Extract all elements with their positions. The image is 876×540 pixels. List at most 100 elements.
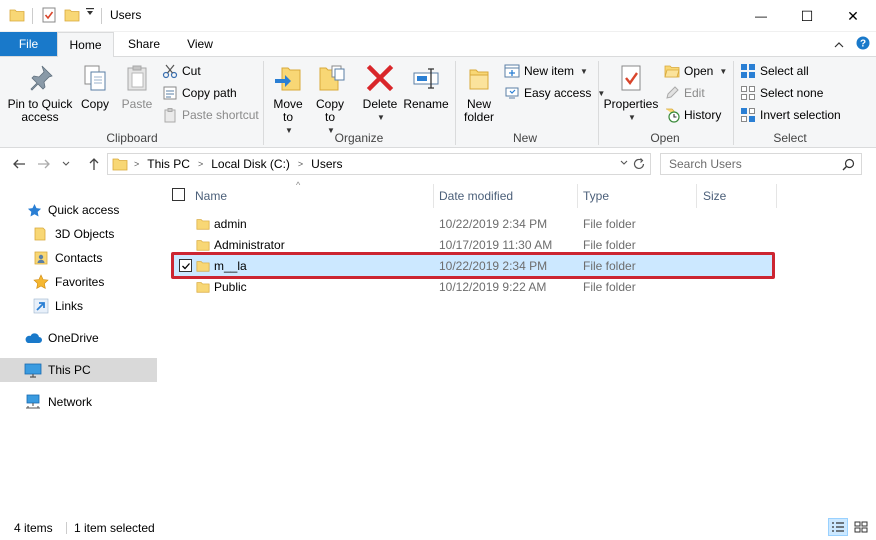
edit-button[interactable]: Edit xyxy=(664,83,705,103)
large-icons-view-button[interactable] xyxy=(851,518,871,536)
paste-shortcut-button[interactable]: Paste shortcut xyxy=(162,105,259,125)
close-button[interactable]: ✕ xyxy=(830,0,876,32)
file-type: File folder xyxy=(583,279,636,294)
invert-selection-label: Invert selection xyxy=(760,108,841,122)
breadcrumb-separator[interactable]: > xyxy=(192,159,209,169)
open-button[interactable]: Open ▼ xyxy=(664,61,727,81)
nav-item-contacts[interactable]: Contacts xyxy=(0,246,157,270)
copy-button[interactable]: Copy xyxy=(76,61,114,111)
file-row-m-la[interactable]: m__la 10/22/2019 2:34 PM File folder xyxy=(172,255,773,276)
new-folder-button[interactable]: New folder xyxy=(459,61,499,124)
address-history-dropdown[interactable] xyxy=(620,160,628,166)
group-label-clipboard: Clipboard xyxy=(106,131,158,145)
arrow-up-icon xyxy=(89,158,99,170)
column-header-date-modified[interactable]: Date modified xyxy=(433,184,577,208)
help-icon: ? xyxy=(856,36,870,50)
paste-icon xyxy=(120,61,154,95)
nav-item-favorites[interactable]: Favorites xyxy=(0,270,157,294)
divider xyxy=(101,8,102,24)
help-button[interactable]: ? xyxy=(856,36,870,53)
pin-to-quick-access-button[interactable]: Pin to Quick access xyxy=(6,61,74,124)
delete-button[interactable]: Delete ▼ xyxy=(360,61,400,124)
row-checkbox[interactable] xyxy=(179,255,192,276)
select-all-button[interactable]: Select all xyxy=(740,61,809,81)
pin-icon xyxy=(23,61,57,95)
copy-to-button[interactable]: Copy to ▼ xyxy=(311,61,349,137)
arrow-right-icon xyxy=(38,159,50,169)
properties-button[interactable]: Properties ▼ xyxy=(603,61,659,124)
easy-access-label: Easy access xyxy=(524,86,592,100)
search-box[interactable] xyxy=(660,153,862,175)
easy-access-icon xyxy=(504,85,520,101)
paste-button[interactable]: Paste xyxy=(117,61,157,111)
up-button[interactable] xyxy=(84,154,104,174)
file-row-administrator[interactable]: Administrator 10/17/2019 11:30 AM File f… xyxy=(172,234,773,255)
nav-item-quick-access[interactable]: Quick access xyxy=(0,198,157,222)
ribbon-tabs: File Home Share View ? xyxy=(0,32,876,57)
refresh-button[interactable] xyxy=(632,157,646,171)
nav-item-onedrive[interactable]: OneDrive xyxy=(0,326,157,350)
pin-label: Pin to Quick access xyxy=(7,97,73,124)
column-header-size[interactable]: Size xyxy=(697,184,777,208)
links-arrow-icon xyxy=(33,298,49,314)
favorites-star-icon xyxy=(33,274,49,290)
customize-qa-dropdown[interactable] xyxy=(85,7,95,17)
chevron-down-icon: ▼ xyxy=(580,66,588,76)
nav-item-network[interactable]: Network xyxy=(0,390,157,414)
tab-share[interactable]: Share xyxy=(118,32,170,56)
move-to-button[interactable]: Move to ▼ xyxy=(269,61,307,137)
nav-item-links[interactable]: Links xyxy=(0,294,157,318)
breadcrumb-separator[interactable]: > xyxy=(292,159,309,169)
file-row-admin[interactable]: admin 10/22/2019 2:34 PM File folder xyxy=(172,213,773,234)
chevron-down-icon xyxy=(86,8,94,15)
minimize-button[interactable]: — xyxy=(738,0,784,32)
new-folder-label: New folder xyxy=(463,97,495,124)
file-name: admin xyxy=(214,216,247,231)
breadcrumb-separator[interactable]: > xyxy=(128,159,145,169)
back-button[interactable] xyxy=(9,154,29,174)
group-label-select: Select xyxy=(773,131,807,145)
new-folder-qa-button[interactable] xyxy=(64,7,80,23)
nav-label: OneDrive xyxy=(48,331,99,345)
search-icon[interactable] xyxy=(842,158,855,171)
tab-view[interactable]: View xyxy=(176,32,224,56)
recent-locations-button[interactable] xyxy=(60,154,72,174)
edit-label: Edit xyxy=(684,86,705,100)
properties-qa-button[interactable] xyxy=(41,7,57,23)
properties-label: Properties xyxy=(603,97,659,111)
column-header-type[interactable]: Type xyxy=(577,184,696,208)
breadcrumb-this-pc[interactable]: This PC xyxy=(145,157,192,171)
breadcrumb-local-disk[interactable]: Local Disk (C:) xyxy=(209,157,292,171)
invert-selection-button[interactable]: Invert selection xyxy=(740,105,841,125)
close-icon: ✕ xyxy=(847,7,859,24)
svg-text:?: ? xyxy=(860,39,866,50)
nav-item-this-pc[interactable]: This PC xyxy=(0,358,157,382)
column-header-name[interactable]: Name xyxy=(189,184,434,208)
select-all-checkbox[interactable] xyxy=(172,188,185,201)
history-button[interactable]: History xyxy=(664,105,721,125)
easy-access-button[interactable]: Easy access ▼ xyxy=(504,83,605,103)
tab-file[interactable]: File xyxy=(0,32,57,56)
file-row-public[interactable]: Public 10/12/2019 9:22 AM File folder xyxy=(172,276,773,297)
cut-button[interactable]: Cut xyxy=(162,61,201,81)
ribbon: Pin to Quick access Copy Paste Cut Copy … xyxy=(0,56,876,148)
copy-icon xyxy=(78,61,112,95)
breadcrumb-users[interactable]: Users xyxy=(309,157,344,171)
invert-selection-icon xyxy=(740,107,756,123)
new-item-button[interactable]: New item ▼ xyxy=(504,61,588,81)
group-label-open: Open xyxy=(650,131,680,145)
rename-button[interactable]: Rename xyxy=(403,61,449,111)
column-divider[interactable] xyxy=(776,184,777,208)
search-input[interactable] xyxy=(661,154,837,174)
details-view-button[interactable] xyxy=(828,518,848,536)
large-icons-view-icon xyxy=(854,521,868,533)
maximize-button[interactable]: ☐ xyxy=(784,0,830,32)
nav-item-3d-objects[interactable]: 3D Objects xyxy=(0,222,157,246)
file-date: 10/22/2019 2:34 PM xyxy=(439,258,548,273)
forward-button[interactable] xyxy=(34,154,54,174)
tab-home[interactable]: Home xyxy=(57,32,114,57)
select-none-button[interactable]: Select none xyxy=(740,83,823,103)
copy-path-button[interactable]: Copy path xyxy=(162,83,237,103)
ribbon-expand-button[interactable] xyxy=(834,38,844,52)
address-bar[interactable]: > This PC > Local Disk (C:) > Users xyxy=(107,153,651,175)
